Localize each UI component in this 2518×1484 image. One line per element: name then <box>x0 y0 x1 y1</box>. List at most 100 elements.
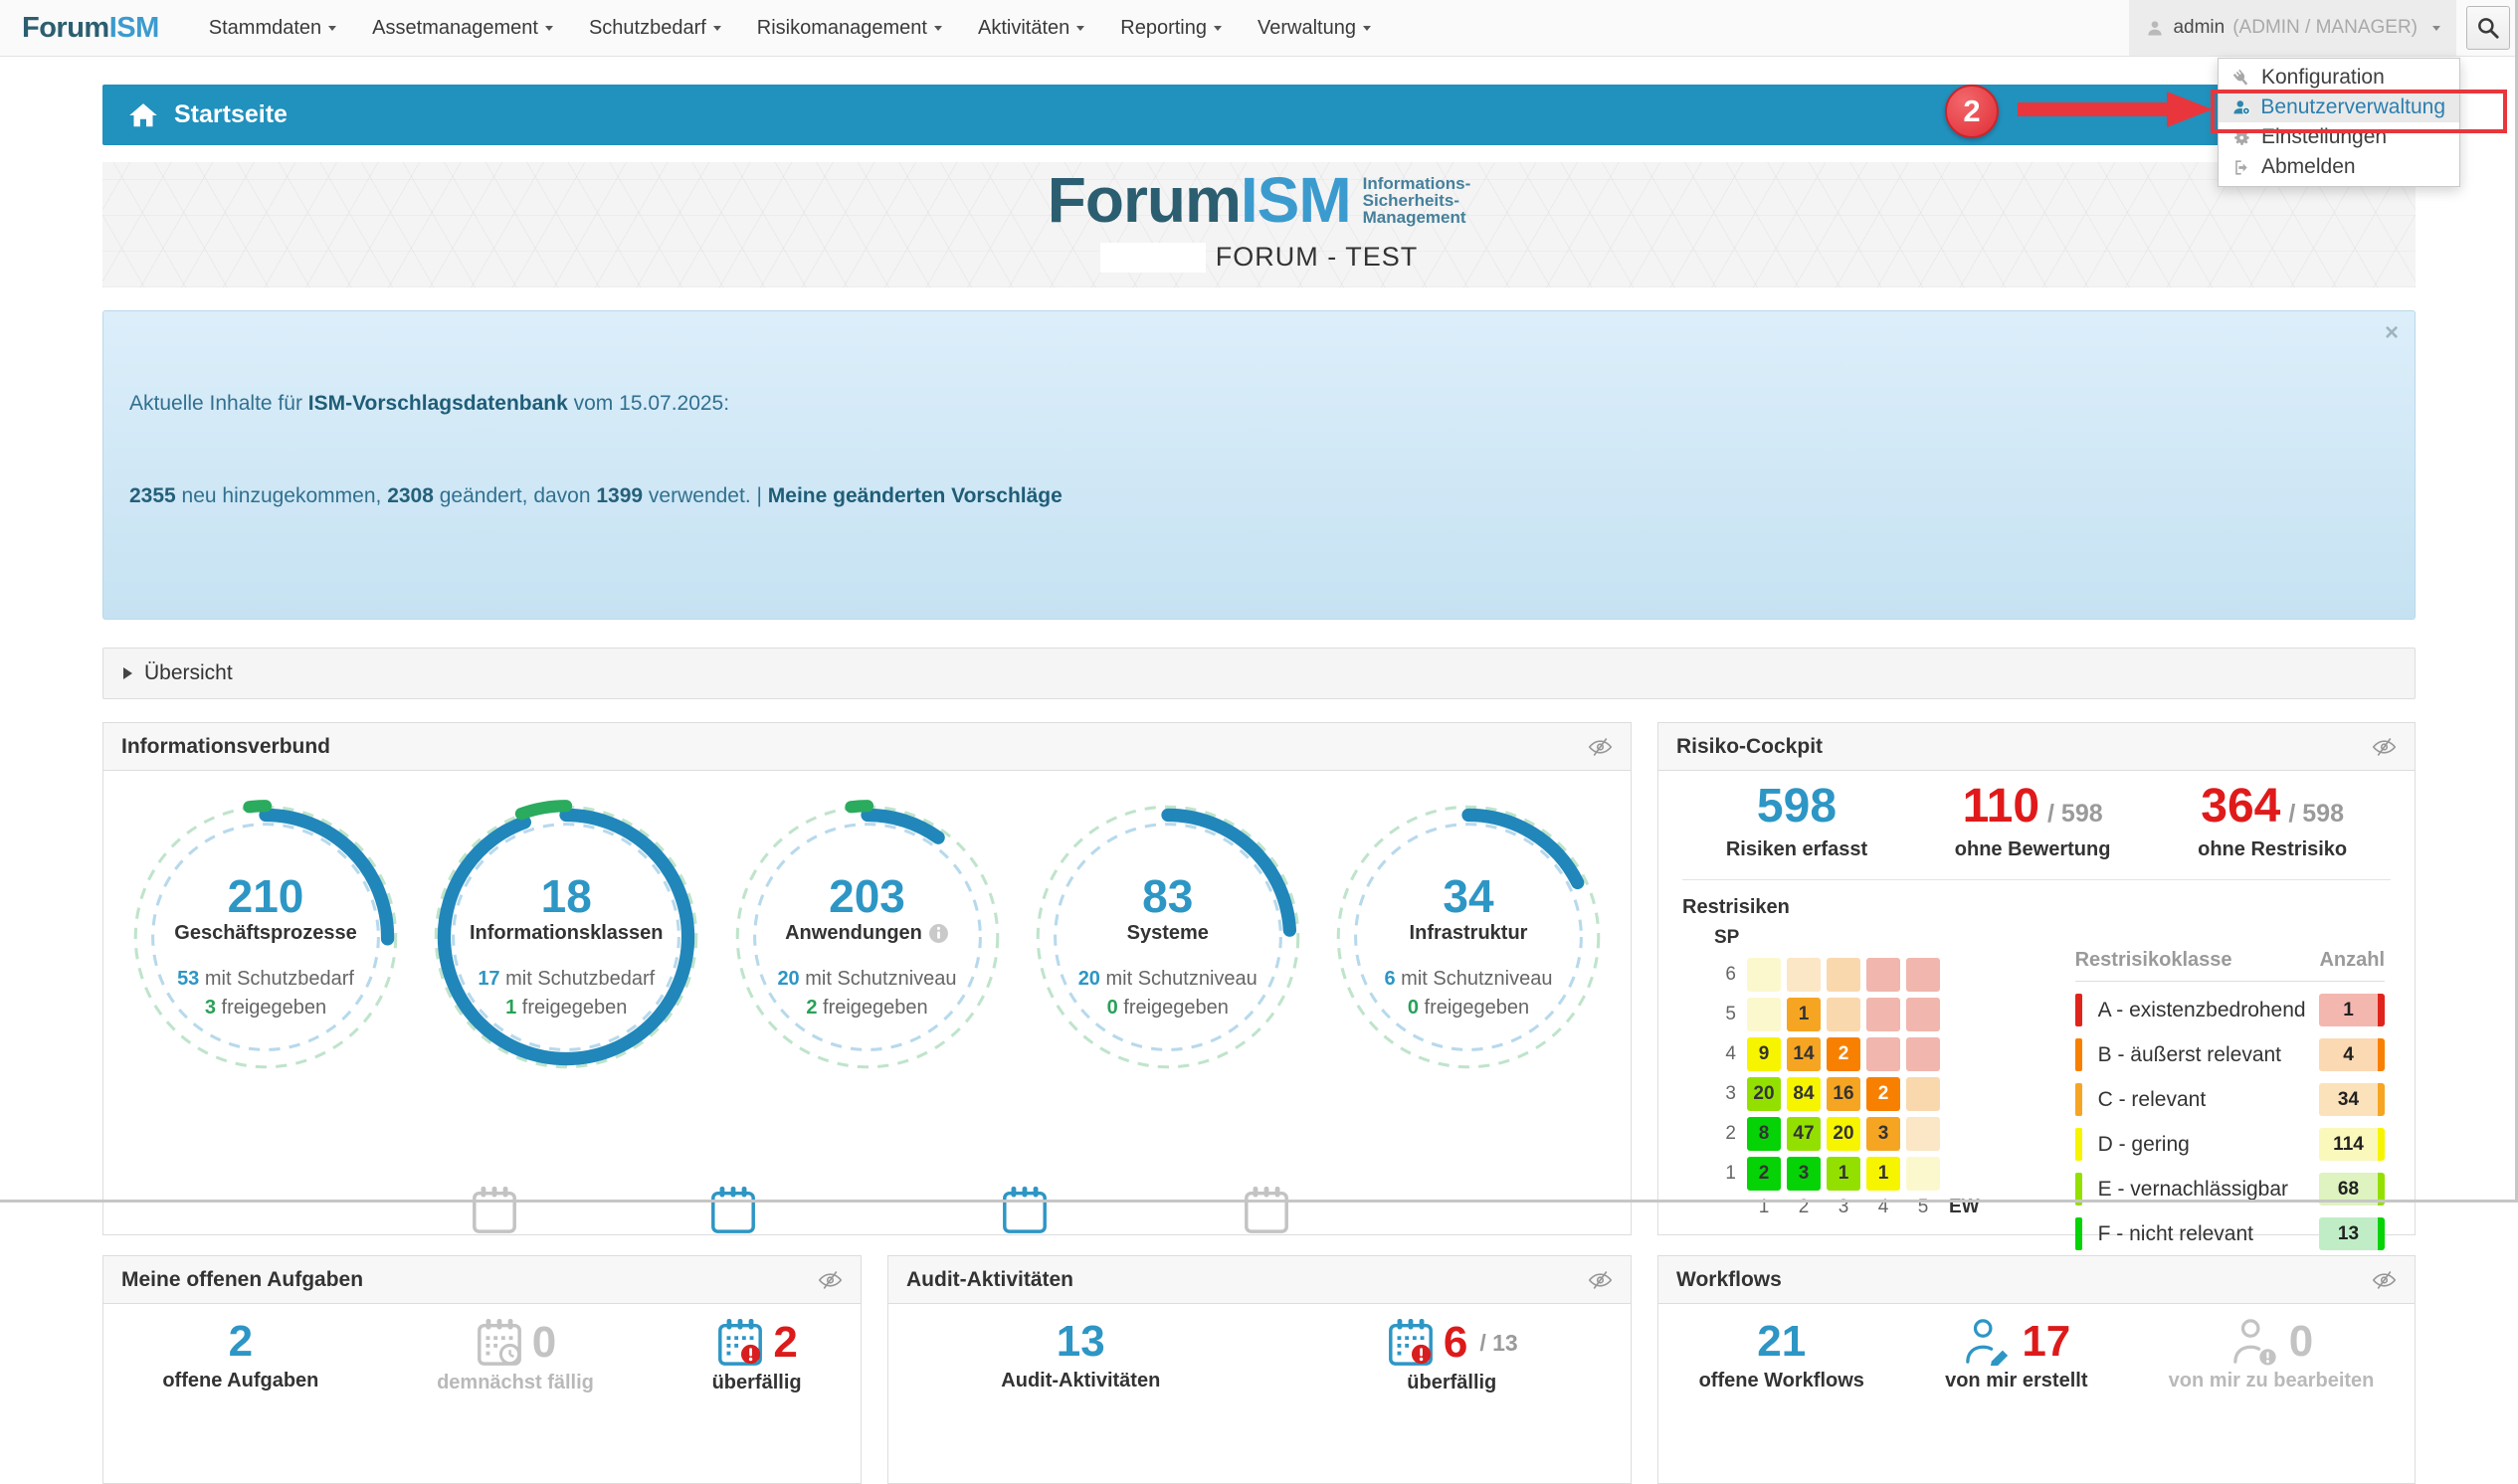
heatmap-cell[interactable]: 3 <box>1866 1117 1900 1151</box>
chevron-down-icon <box>2432 26 2440 31</box>
widget-systeme[interactable]: 83 Systeme 20 mit Schutzniveau0 freigege… <box>1026 795 1310 1079</box>
heatmap-cell[interactable]: 9 <box>1747 1037 1781 1071</box>
heatmap-cell <box>1906 998 1940 1031</box>
nav-reporting[interactable]: Reporting <box>1102 0 1240 56</box>
heatmap-cell[interactable]: 1 <box>1787 998 1821 1031</box>
user-icon <box>2145 18 2165 38</box>
legend-row: C - relevant34 <box>2075 1083 2385 1116</box>
app-logo[interactable]: ForumISM <box>22 12 159 45</box>
stat-offene-workflows[interactable]: 21 offene Workflows <box>1699 1318 1864 1392</box>
heatmap-cell[interactable]: 8 <box>1747 1117 1781 1151</box>
heatmap-cell[interactable]: 2 <box>1827 1037 1860 1071</box>
nav-risikomanagement[interactable]: Risikomanagement <box>739 0 960 56</box>
annotation-rectangle <box>2211 90 2507 133</box>
brand-band: ForumISM Informations-Sicherheits-Manage… <box>102 162 2416 287</box>
nav-stammdaten[interactable]: Stammdaten <box>191 0 354 56</box>
heatmap-cell[interactable]: 20 <box>1747 1077 1781 1111</box>
heatmap-cell[interactable]: 16 <box>1827 1077 1860 1111</box>
widget-informationsklassen[interactable]: 18 Informationsklassen 17 mit Schutzbeda… <box>424 795 708 1079</box>
heatmap-row-label: 4 <box>1712 1043 1736 1065</box>
home-icon[interactable] <box>128 100 158 130</box>
legend-color-bar <box>2075 1083 2082 1116</box>
hide-widget-icon[interactable] <box>818 1269 843 1291</box>
nav-verwaltung[interactable]: Verwaltung <box>1240 0 1389 56</box>
user-menu[interactable]: admin (ADMIN / MANAGER) <box>2129 0 2456 56</box>
search-icon <box>2475 15 2501 41</box>
heatmap-cell <box>1866 958 1900 992</box>
heatmap-cell[interactable]: 20 <box>1827 1117 1860 1151</box>
calendar-icon-partial <box>470 1186 519 1235</box>
heatmap-cell[interactable]: 1 <box>1866 1157 1900 1191</box>
legend-color-bar <box>2075 1038 2082 1071</box>
heatmap-cell <box>1906 1037 1940 1071</box>
legend-row: B - äußerst relevant 4 <box>2075 1038 2385 1071</box>
heatmap-cell[interactable]: 47 <box>1787 1117 1821 1151</box>
stat-audit-aktivitaeten[interactable]: 13 Audit-Aktivitäten <box>1001 1318 1160 1394</box>
menu-item-abmelden[interactable]: Abmelden <box>2219 152 2459 182</box>
widget-value: 18 <box>444 872 688 920</box>
heatmap-cell[interactable]: 2 <box>1866 1077 1900 1111</box>
widget-label: Informationsklassen <box>444 922 688 945</box>
stat-offene-aufgaben[interactable]: 2 offene Aufgaben <box>162 1318 318 1394</box>
meine-vorschlaege-link[interactable]: Meine geänderten Vorschläge <box>768 484 1063 507</box>
heatmap-cell[interactable]: 84 <box>1787 1077 1821 1111</box>
widget-geschaeftsprozesse[interactable]: 210 Geschäftsprozesse 53 mit Schutzbedar… <box>123 795 408 1079</box>
heatmap-cell <box>1787 958 1821 992</box>
stat-ohne-restrisiko[interactable]: 364/ 598 ohne Restrisiko <box>2198 781 2347 861</box>
legend-color-bar <box>2075 1128 2082 1161</box>
heatmap-cell[interactable]: 14 <box>1787 1037 1821 1071</box>
search-button[interactable] <box>2466 6 2510 50</box>
nav-assetmanagement[interactable]: Assetmanagement <box>354 0 571 56</box>
uebersicht-toggle[interactable]: Übersicht <box>102 648 2416 699</box>
hide-widget-icon[interactable] <box>2372 1269 2397 1291</box>
stat-ueberfaellig[interactable]: 2 überfällig <box>712 1318 802 1394</box>
calendar-icon-partial <box>1242 1186 1291 1235</box>
close-icon[interactable]: × <box>2385 321 2399 345</box>
panel-risiko-cockpit: Risiko-Cockpit 598 Risiken erfasst 110/ … <box>1657 722 2416 1235</box>
nav-aktivitaeten[interactable]: Aktivitäten <box>960 0 1102 56</box>
heatmap-cell[interactable]: 2 <box>1747 1157 1781 1191</box>
panel-title: Workflows <box>1676 1268 1782 1292</box>
chevron-down-icon <box>1214 26 1222 31</box>
panel-title: Risiko-Cockpit <box>1676 735 1823 759</box>
heatmap-cell[interactable]: 1 <box>1827 1157 1860 1191</box>
user-edit-icon <box>1962 1318 2014 1366</box>
stat-von-mir-erstellt[interactable]: 17 von mir erstellt <box>1945 1318 2087 1392</box>
stat-demnaechst-faellig[interactable]: 0 demnächst fällig <box>437 1318 594 1394</box>
alert-line2: 2355 neu hinzugekommen, 2308 geändert, d… <box>129 480 2389 511</box>
legend-label: C - relevant <box>2098 1088 2207 1112</box>
menu-item-konfiguration[interactable]: Konfiguration <box>2219 63 2459 93</box>
widget-label: Geschäftsprozesse <box>143 922 388 945</box>
legend-count-badge: 4 <box>2319 1038 2385 1071</box>
widget-value: 203 <box>745 872 990 920</box>
user-name: admin <box>2173 17 2225 39</box>
vorschlagsdatenbank-link[interactable]: ISM-Vorschlagsdatenbank <box>308 392 568 415</box>
chevron-down-icon <box>545 26 553 31</box>
legend-label: A - existenzbedrohend <box>2098 999 2306 1022</box>
hide-widget-icon[interactable] <box>2372 736 2397 758</box>
stat-von-mir-zu-bearbeiten[interactable]: 0 von mir zu bearbeiten <box>2169 1318 2375 1392</box>
widget-anwendungen[interactable]: 203 Anwendungen 20 mit Schutzniveau2 fre… <box>725 795 1010 1079</box>
calendar-clock-icon <box>475 1318 524 1368</box>
environment-row: FORUM - TEST <box>1100 242 1419 273</box>
nav-schutzbedarf[interactable]: Schutzbedarf <box>571 0 739 56</box>
legend-count-badge: 1 <box>2319 994 2385 1026</box>
stat-ohne-bewertung[interactable]: 110/ 598 ohne Bewertung <box>1955 781 2111 861</box>
heatmap-cell <box>1906 958 1940 992</box>
info-icon[interactable] <box>928 923 949 944</box>
heatmap-cell[interactable]: 3 <box>1787 1157 1821 1191</box>
panel-audit-aktivitaeten: Audit-Aktivitäten 13 Audit-Aktivitäten 6… <box>887 1255 1632 1484</box>
heatmap-cell <box>1906 1157 1940 1191</box>
stat-risiken-erfasst[interactable]: 598 Risiken erfasst <box>1726 781 1867 861</box>
stat-audit-ueberfaellig[interactable]: 6 / 13 überfällig <box>1386 1318 1518 1394</box>
panel-workflows: Workflows 21 offene Workflows 17 von mir… <box>1657 1255 2416 1484</box>
panel-meine-offenen-aufgaben: Meine offenen Aufgaben 2 offene Aufgaben… <box>102 1255 862 1484</box>
page-title: Startseite <box>174 100 288 129</box>
hide-widget-icon[interactable] <box>1588 1269 1613 1291</box>
legend-label: B - äußerst relevant <box>2098 1043 2281 1067</box>
heatmap-y-axis-label: SP <box>1714 927 1980 949</box>
panel-title: Informationsverbund <box>121 735 330 759</box>
collapse-arrow-icon <box>123 667 132 679</box>
widget-infrastruktur[interactable]: 34 Infrastruktur 6 mit Schutzniveau0 fre… <box>1326 795 1611 1079</box>
hide-widget-icon[interactable] <box>1588 736 1613 758</box>
